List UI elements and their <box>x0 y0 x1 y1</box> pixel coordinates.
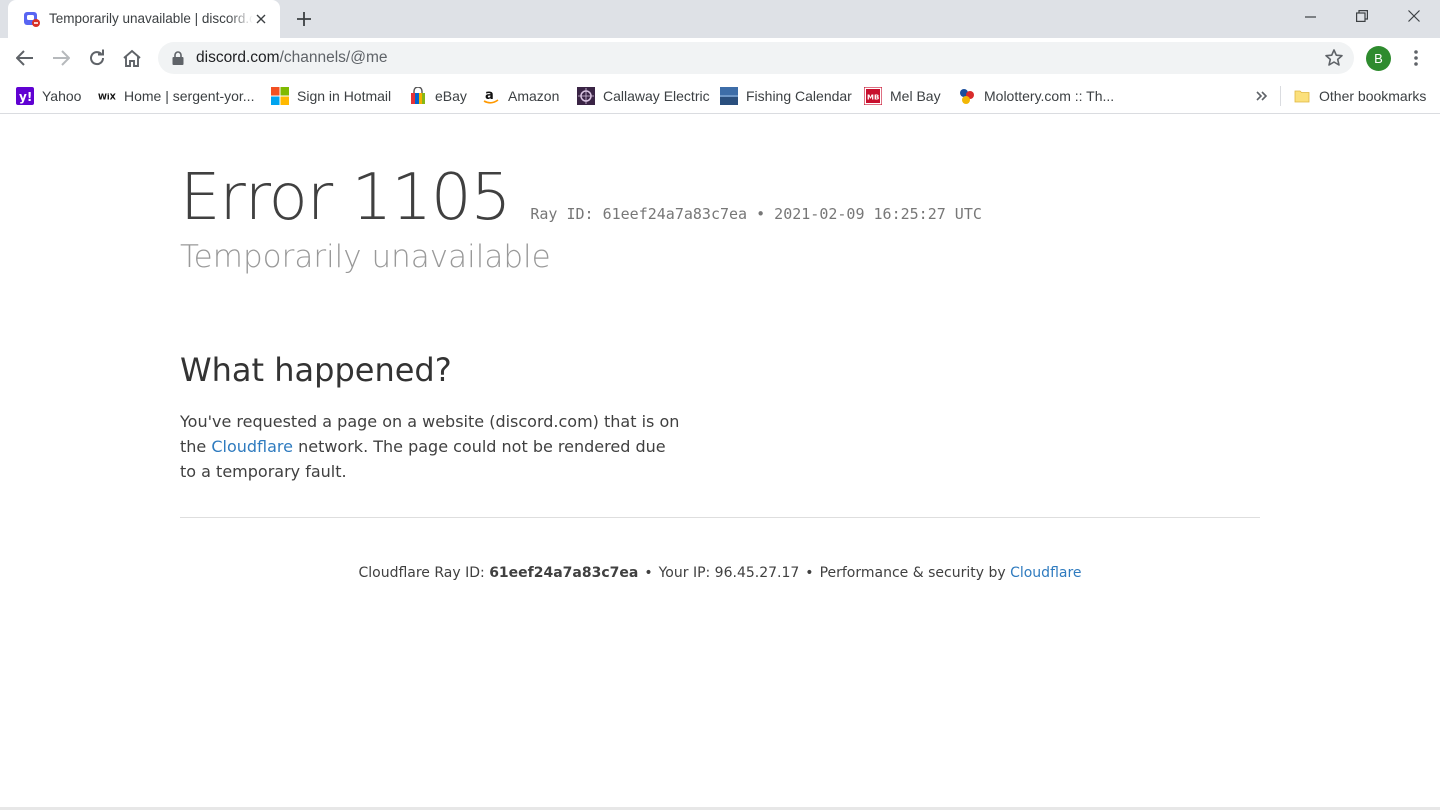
footer-ray-id: 61eef24a7a83c7ea <box>489 565 639 581</box>
error-header: Error 1105 Ray ID: 61eef24a7a83c7ea • 20… <box>180 161 982 235</box>
ray-id-line: Ray ID: 61eef24a7a83c7ea • 2021-02-09 16… <box>530 205 982 223</box>
bookmarks-bar: y! Yahoo WiX Home | sergent-yor... Sign … <box>0 78 1440 114</box>
footer: Cloudflare Ray ID: 61eef24a7a83c7ea • Your… <box>0 565 1440 581</box>
error-code: Error 1105 <box>180 161 511 235</box>
minimize-icon <box>1304 15 1316 18</box>
wix-icon: WiX <box>98 87 116 105</box>
close-window-icon <box>1408 10 1420 22</box>
svg-text:WiX: WiX <box>98 92 116 102</box>
forward-button[interactable] <box>47 44 75 72</box>
back-arrow-icon <box>16 50 33 66</box>
melbay-icon: MB <box>864 87 882 105</box>
menu-button[interactable] <box>1404 46 1428 70</box>
yahoo-icon: y! <box>16 87 34 105</box>
cloudflare-link[interactable]: Cloudflare <box>211 437 293 456</box>
bookmarks-separator <box>1280 86 1281 106</box>
footer-ray-label: Cloudflare Ray ID: <box>358 565 490 581</box>
svg-text:a: a <box>485 88 494 103</box>
bookmark-ebay[interactable]: eBay <box>409 84 467 108</box>
bookmark-label: Fishing Calendar <box>746 88 852 104</box>
forward-arrow-icon <box>53 50 70 66</box>
bookmark-label: eBay <box>435 88 467 104</box>
what-happened-text: You've requested a page on a website (di… <box>180 409 680 484</box>
bookmark-fishing[interactable]: Fishing Calendar <box>720 84 852 108</box>
profile-avatar[interactable]: B <box>1366 46 1391 71</box>
footer-bullet: • <box>644 565 653 581</box>
bookmark-label: Amazon <box>508 88 560 104</box>
url-text[interactable]: discord.com/channels/@me <box>196 49 388 67</box>
back-button[interactable] <box>11 44 39 72</box>
error-subtitle: Temporarily unavailable <box>180 239 551 275</box>
bookmark-melbay[interactable]: MB Mel Bay <box>864 84 941 108</box>
restore-button[interactable] <box>1336 0 1388 32</box>
divider <box>180 517 1260 518</box>
new-tab-button[interactable] <box>292 7 316 31</box>
callaway-icon <box>577 87 595 105</box>
close-icon[interactable] <box>252 10 270 28</box>
bookmark-label: Sign in Hotmail <box>297 88 392 104</box>
folder-icon <box>1293 87 1311 105</box>
more-bookmarks-button[interactable] <box>1256 84 1268 108</box>
more-vert-icon <box>1414 50 1418 66</box>
svg-text:y!: y! <box>19 90 32 104</box>
bookmark-wix[interactable]: WiX Home | sergent-yor... <box>98 84 254 108</box>
discord-favicon-icon <box>24 12 40 27</box>
bookmark-label: Home | sergent-yor... <box>124 88 255 104</box>
bookmark-hotmail[interactable]: Sign in Hotmail <box>271 84 391 108</box>
other-bookmarks[interactable]: Other bookmarks <box>1293 84 1426 108</box>
bookmark-label: Mel Bay <box>890 88 941 104</box>
tab-strip: Temporarily unavailable | discord.com | … <box>0 0 1440 38</box>
bookmark-label: Callaway Electric <box>603 88 710 104</box>
fishing-icon <box>720 87 738 105</box>
home-button[interactable] <box>118 44 146 72</box>
lock-icon[interactable] <box>172 51 184 65</box>
reload-icon <box>90 49 105 66</box>
reload-button[interactable] <box>83 44 111 72</box>
plus-icon <box>297 12 311 26</box>
bookmark-callaway[interactable]: Callaway Electric <box>577 84 710 108</box>
footer-perf: Performance & security by <box>819 565 1011 581</box>
toolbar: discord.com/channels/@me B <box>0 38 1440 78</box>
star-icon[interactable] <box>1324 48 1344 68</box>
footer-ip: Your IP: 96.45.27.17 <box>658 565 800 581</box>
close-window-button[interactable] <box>1388 0 1440 32</box>
bookmark-yahoo[interactable]: y! Yahoo <box>16 84 81 108</box>
bookmark-amazon[interactable]: a Amazon <box>482 84 559 108</box>
bookmark-molottery[interactable]: Molottery.com :: Th... <box>958 84 1114 108</box>
address-bar[interactable]: discord.com/channels/@me <box>158 42 1354 74</box>
bookmark-label: Molottery.com :: Th... <box>984 88 1115 104</box>
what-happened-heading: What happened? <box>180 351 452 389</box>
url-host: discord.com <box>196 49 280 66</box>
active-tab[interactable]: Temporarily unavailable | discord.com | … <box>8 0 280 38</box>
ebay-icon <box>409 87 427 105</box>
svg-text:MB: MB <box>867 94 879 102</box>
other-bookmarks-label: Other bookmarks <box>1319 88 1427 104</box>
restore-icon <box>1356 10 1368 22</box>
footer-cloudflare-link[interactable]: Cloudflare <box>1010 565 1081 581</box>
tab-title: Temporarily unavailable | discord.com | … <box>49 11 253 26</box>
amazon-icon: a <box>482 87 500 105</box>
double-chevron-icon <box>1256 91 1268 101</box>
error-page: Error 1105 Ray ID: 61eef24a7a83c7ea • 20… <box>0 115 1440 810</box>
minimize-button[interactable] <box>1284 0 1336 32</box>
bookmark-label: Yahoo <box>42 88 82 104</box>
footer-bullet: • <box>805 565 814 581</box>
url-path: /channels/@me <box>279 49 388 66</box>
home-icon <box>123 49 141 67</box>
molottery-icon <box>958 87 976 105</box>
microsoft-icon <box>271 87 289 105</box>
